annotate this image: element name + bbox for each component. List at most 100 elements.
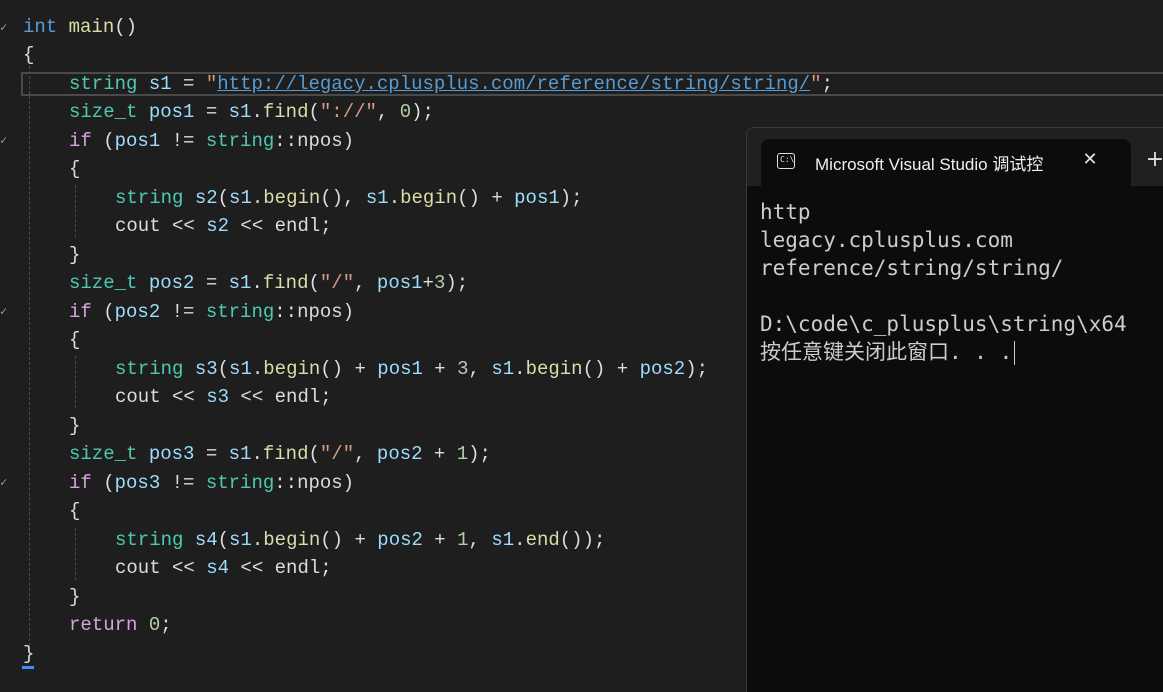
code-line[interactable]: { [23, 41, 34, 69]
code-line[interactable]: { [69, 326, 80, 354]
code-line[interactable]: } [23, 640, 34, 668]
code-token: != [160, 472, 206, 494]
console-window[interactable]: C:\ Microsoft Visual Studio 调试控 ✕ + http… [746, 127, 1163, 692]
code-line[interactable]: int main() [23, 13, 137, 41]
close-icon[interactable]: ✕ [1079, 149, 1101, 171]
code-token: size_t [69, 443, 138, 465]
code-token: . [388, 187, 401, 209]
code-token: if [69, 130, 92, 152]
code-token: pos1 [376, 272, 423, 294]
code-token: string [115, 187, 184, 209]
code-line[interactable]: } [69, 412, 80, 440]
console-tab-title: Microsoft Visual Studio 调试控 [815, 155, 1044, 174]
code-line[interactable]: if (pos3 != string::npos) [69, 469, 354, 497]
fold-marker[interactable]: ✓ [0, 20, 7, 34]
code-line[interactable]: if (pos1 != string::npos) [69, 127, 354, 155]
code-line[interactable]: size_t pos3 = s1.find("/", pos2 + 1); [69, 440, 491, 468]
code-token: 1 [456, 443, 469, 465]
code-token: 0 [399, 101, 412, 123]
code-token: if [69, 472, 92, 494]
code-line[interactable]: cout << s3 << endl; [115, 383, 332, 411]
code-line[interactable]: size_t pos1 = s1.find("://", 0); [69, 98, 434, 126]
fold-marker[interactable]: ✓ [0, 133, 7, 147]
code-token: ::npos) [274, 472, 355, 494]
code-token: , [354, 443, 377, 465]
code-token: = [194, 443, 229, 465]
code-line[interactable]: cout << s4 << endl; [115, 554, 332, 582]
code-token: find [262, 272, 309, 294]
code-token: pos2 [114, 301, 161, 323]
code-line[interactable]: string s1 = "http://legacy.cplusplus.com… [69, 70, 833, 98]
code-token: begin [263, 358, 321, 380]
code-token: string [115, 358, 184, 380]
code-line[interactable]: } [69, 583, 80, 611]
code-token: + [422, 272, 434, 294]
code-token: , [468, 358, 492, 380]
code-token: ( [217, 358, 230, 380]
console-app-icon: C:\ [777, 153, 795, 169]
code-token: s1 [491, 358, 515, 380]
code-token: { [69, 500, 81, 522]
code-token: s3 [206, 386, 230, 408]
code-token: s2 [206, 215, 230, 237]
code-line[interactable]: string s3(s1.begin() + pos1 + 3, s1.begi… [115, 355, 708, 383]
code-token: { [23, 44, 35, 66]
code-token: ( [91, 301, 115, 323]
code-line[interactable]: size_t pos2 = s1.find("/", pos1+3); [69, 269, 468, 297]
code-token: . [251, 272, 263, 294]
console-tab[interactable]: C:\ Microsoft Visual Studio 调试控 ✕ [761, 139, 1131, 186]
code-token: if [69, 301, 92, 323]
code-line[interactable]: } [69, 241, 80, 269]
code-token: s1 [491, 529, 515, 551]
fold-marker[interactable]: ✓ [0, 304, 7, 318]
code-line[interactable]: string s4(s1.begin() + pos2 + 1, s1.end(… [115, 526, 605, 554]
code-token: pos1 [514, 187, 560, 209]
code-token: ); [685, 358, 709, 380]
code-token: string [205, 130, 275, 152]
code-token: . [251, 187, 264, 209]
code-token: return [69, 614, 138, 636]
code-token: string [69, 73, 138, 95]
code-token: size_t [69, 101, 138, 123]
code-token: find [262, 443, 309, 465]
code-line[interactable]: cout << s2 << endl; [115, 212, 332, 240]
code-token: ); [468, 443, 491, 465]
code-token: ( [217, 529, 230, 551]
fold-marker[interactable]: ✓ [0, 475, 7, 489]
code-token: string [205, 301, 275, 323]
new-tab-button[interactable]: + [1143, 148, 1163, 172]
code-token: = [171, 73, 206, 95]
code-token: 0 [148, 614, 161, 636]
code-line[interactable]: string s2(s1.begin(), s1.begin() + pos1)… [115, 184, 583, 212]
code-line[interactable]: { [69, 497, 80, 525]
code-token: ( [217, 187, 230, 209]
console-prompt-line: 按任意键关闭此窗口. . . [760, 338, 1016, 366]
code-token: ::npos) [274, 130, 355, 152]
code-line[interactable]: { [69, 155, 80, 183]
code-token: . [251, 529, 264, 551]
code-token: pos3 [148, 443, 195, 465]
code-token: } [69, 415, 81, 437]
code-token: { [69, 158, 81, 180]
code-token: size_t [69, 272, 138, 294]
code-line[interactable]: return 0; [69, 611, 172, 639]
code-token: () + [320, 358, 378, 380]
code-token: () [114, 16, 138, 38]
code-token: find [262, 101, 309, 123]
code-token: ::npos) [274, 301, 355, 323]
code-token: http://legacy.cplusplus.com/reference/st… [217, 73, 811, 95]
code-token: () + [320, 529, 378, 551]
code-token: ( [91, 130, 115, 152]
code-token: () + [457, 187, 515, 209]
code-token: pos3 [114, 472, 161, 494]
code-token: s1 [229, 358, 252, 380]
code-token: . [251, 443, 263, 465]
code-line[interactable]: if (pos2 != string::npos) [69, 298, 354, 326]
code-token: s2 [194, 187, 218, 209]
